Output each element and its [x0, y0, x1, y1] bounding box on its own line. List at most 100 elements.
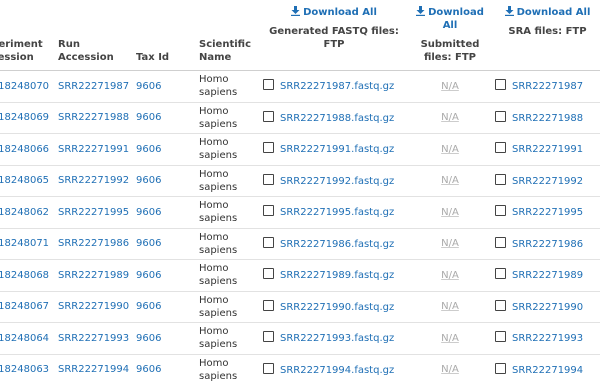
experiment-accession-link[interactable]: SRX18248066 — [0, 144, 49, 155]
experiment-accession-link[interactable]: SRX18248062 — [0, 207, 49, 218]
tax-id-link[interactable]: 9606 — [136, 364, 161, 375]
checkbox[interactable] — [495, 331, 506, 343]
download-icon — [504, 6, 514, 16]
download-icon — [291, 6, 301, 16]
run-accession-link[interactable]: SRR22271993 — [58, 333, 129, 344]
checkbox[interactable] — [263, 142, 274, 154]
sra-file-link[interactable]: SRR22271991 — [512, 144, 583, 155]
table-row: SRX18248064 SRR22271993 9606 Homosapiens… — [0, 322, 600, 355]
experiment-accession-link[interactable]: SRX18248067 — [0, 301, 49, 312]
results-table-viewport: Experiment Accession Run Accession Tax I… — [0, 0, 600, 384]
fastq-file-link[interactable]: SRR22271988.fastq.gz — [280, 113, 394, 124]
submitted-ftp-cell: N/A — [409, 70, 491, 103]
col-header-tax-id[interactable]: Tax Id — [132, 0, 195, 71]
run-accession-link[interactable]: SRR22271994 — [58, 364, 129, 375]
tax-id-link[interactable]: 9606 — [136, 238, 161, 249]
download-all-fastq-link[interactable]: Download All — [291, 6, 377, 19]
sra-file-link[interactable]: SRR22271995 — [512, 207, 583, 218]
scientific-name-cell: Homo sapiens — [195, 165, 259, 197]
scientific-name-cell: Homo sapiens — [195, 259, 259, 292]
checkbox[interactable] — [495, 110, 506, 122]
tax-id-link[interactable]: 9606 — [136, 175, 161, 186]
checkbox[interactable] — [495, 362, 506, 374]
experiment-accession-link[interactable]: SRX18248064 — [0, 333, 49, 344]
run-accession-link[interactable]: SRR22271986 — [58, 238, 129, 249]
tax-id-link[interactable]: 9606 — [136, 144, 161, 155]
sra-ftp-cell: SRR22271986 — [491, 228, 600, 260]
download-all-submitted-link[interactable]: Download All — [413, 6, 487, 32]
fastq-ftp-cell: SRR22271990.fastq.gz — [259, 291, 409, 323]
tax-id-link[interactable]: 9606 — [136, 207, 161, 218]
download-all-label: Download All — [303, 7, 377, 18]
experiment-accession-link[interactable]: SRX18248070 — [0, 81, 49, 92]
tax-id-link[interactable]: 9606 — [136, 301, 161, 312]
sra-file-link[interactable]: SRR22271987 — [512, 81, 583, 92]
tax-id-link[interactable]: 9606 — [136, 333, 161, 344]
checkbox[interactable] — [495, 142, 506, 154]
checkbox[interactable] — [263, 299, 274, 311]
run-accession-link[interactable]: SRR22271995 — [58, 207, 129, 218]
checkbox[interactable] — [495, 173, 506, 185]
tax-id-cell: 9606 — [132, 228, 195, 260]
col-header-scientific-name[interactable]: Scientific Name — [195, 0, 259, 71]
run-accession-link[interactable]: SRR22271992 — [58, 175, 129, 186]
scientific-name-genus: Homo — [199, 357, 229, 369]
run-accession-link[interactable]: SRR22271988 — [58, 112, 129, 123]
checkbox[interactable] — [495, 299, 506, 311]
checkbox[interactable] — [495, 79, 506, 91]
tax-id-link[interactable]: 9606 — [136, 112, 161, 123]
download-all-label: Download All — [516, 7, 591, 18]
fastq-file-link[interactable]: SRR22271993.fastq.gz — [280, 333, 394, 344]
scientific-name-species: sapiens — [199, 244, 238, 256]
checkbox[interactable] — [263, 110, 274, 122]
sra-file-link[interactable]: SRR22271989 — [512, 270, 583, 281]
tax-id-link[interactable]: 9606 — [136, 270, 161, 281]
checkbox[interactable] — [263, 79, 274, 91]
checkbox[interactable] — [263, 362, 274, 374]
not-available-label: N/A — [441, 301, 459, 313]
run-accession-link[interactable]: SRR22271987 — [58, 81, 129, 92]
checkbox[interactable] — [495, 205, 506, 217]
sra-ftp-cell: SRR22271990 — [491, 291, 600, 323]
fastq-file-link[interactable]: SRR22271989.fastq.gz — [280, 270, 394, 281]
experiment-accession-link[interactable]: SRX18248071 — [0, 238, 49, 249]
sra-ftp-cell: SRR22271995 — [491, 196, 600, 229]
experiment-accession-link[interactable]: SRX18248069 — [0, 112, 49, 123]
experiment-accession-link[interactable]: SRX18248068 — [0, 270, 49, 281]
download-all-sra-link[interactable]: Download All — [504, 6, 591, 19]
scientific-name-species: sapiens — [199, 87, 238, 99]
run-accession-link[interactable]: SRR22271989 — [58, 270, 129, 281]
fastq-file-link[interactable]: SRR22271986.fastq.gz — [280, 239, 394, 250]
run-accession-link[interactable]: SRR22271991 — [58, 144, 129, 155]
sra-file-link[interactable]: SRR22271993 — [512, 333, 583, 344]
sra-file-link[interactable]: SRR22271992 — [512, 176, 583, 187]
checkbox[interactable] — [263, 331, 274, 343]
fastq-file-link[interactable]: SRR22271991.fastq.gz — [280, 144, 394, 155]
experiment-accession-link[interactable]: SRX18248065 — [0, 175, 49, 186]
tax-id-cell: 9606 — [132, 322, 195, 355]
sra-file-link[interactable]: SRR22271988 — [512, 113, 583, 124]
experiment-accession-link[interactable]: SRX18248063 — [0, 364, 49, 375]
fastq-file-link[interactable]: SRR22271992.fastq.gz — [280, 176, 394, 187]
fastq-file-link[interactable]: SRR22271987.fastq.gz — [280, 81, 394, 92]
col-header-experiment-accession[interactable]: Experiment Accession — [0, 0, 54, 71]
col-header-run-accession[interactable]: Run Accession — [54, 0, 132, 71]
run-accession-link[interactable]: SRR22271990 — [58, 301, 129, 312]
sra-file-link[interactable]: SRR22271986 — [512, 239, 583, 250]
fastq-file-link[interactable]: SRR22271990.fastq.gz — [280, 302, 394, 313]
checkbox[interactable] — [495, 236, 506, 248]
fastq-file-link[interactable]: SRR22271994.fastq.gz — [280, 365, 394, 376]
checkbox[interactable] — [495, 268, 506, 280]
checkbox[interactable] — [263, 173, 274, 185]
fastq-ftp-cell: SRR22271992.fastq.gz — [259, 165, 409, 197]
checkbox[interactable] — [263, 236, 274, 248]
scientific-name-species: sapiens — [199, 150, 238, 162]
checkbox[interactable] — [263, 268, 274, 280]
checkbox[interactable] — [263, 205, 274, 217]
sra-file-link[interactable]: SRR22271990 — [512, 302, 583, 313]
fastq-ftp-cell: SRR22271995.fastq.gz — [259, 196, 409, 229]
tax-id-link[interactable]: 9606 — [136, 81, 161, 92]
fastq-file-link[interactable]: SRR22271995.fastq.gz — [280, 207, 394, 218]
table-row: SRX18248071 SRR22271986 9606 Homosapiens… — [0, 228, 600, 260]
sra-file-link[interactable]: SRR22271994 — [512, 365, 583, 376]
